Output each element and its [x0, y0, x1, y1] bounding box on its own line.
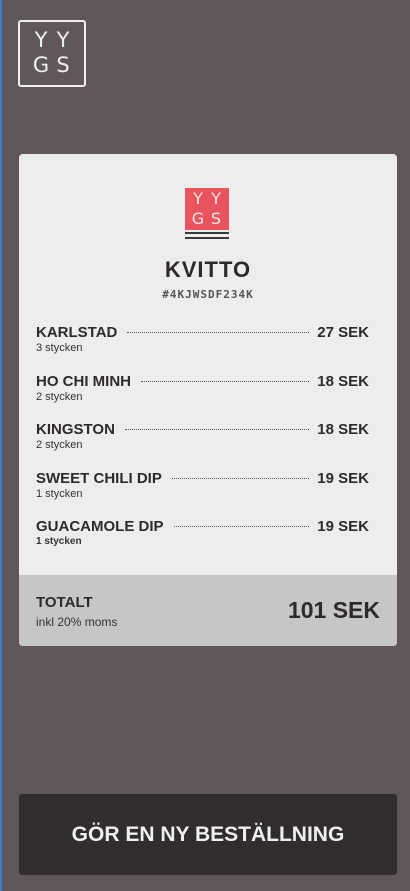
item-name: HO CHI MINH — [36, 372, 131, 390]
order-id: #4KJWSDF234K — [162, 288, 254, 301]
logo-letter: Y — [211, 189, 221, 208]
new-order-button[interactable]: GÖR EN NY BESTÄLLNING — [19, 794, 397, 875]
dotted-leader — [127, 332, 310, 333]
logo-letter: Y — [193, 189, 203, 208]
item-quantity: 1 stycken — [36, 487, 83, 500]
logo-letter: Y — [56, 28, 70, 52]
brand-logo[interactable]: Y Y G S — [18, 20, 86, 87]
item-name: GUACAMOLE DIP — [36, 518, 164, 535]
logo-letter: S — [56, 52, 70, 77]
item-price: 27 SEK — [317, 324, 369, 341]
item-name: SWEET CHILI DIP — [36, 469, 162, 487]
receipt-items: KARLSTAD 27 SEK 3 stycken HO CHI MINH 18… — [36, 324, 369, 567]
list-item: SWEET CHILI DIP 19 SEK 1 stycken — [36, 470, 369, 519]
receipt-title: KVITTO — [164, 257, 252, 282]
item-name: KARLSTAD — [36, 324, 118, 341]
list-item: KARLSTAD 27 SEK 3 stycken — [36, 324, 369, 373]
total-value: 101 SEK — [287, 597, 380, 623]
list-item: GUACAMOLE DIP 19 SEK 1 stycken — [36, 518, 369, 567]
logo-letter: G — [32, 52, 50, 77]
item-quantity: 2 stycken — [36, 390, 83, 403]
dotted-leader — [173, 526, 310, 527]
item-quantity: 3 stycken — [36, 342, 83, 354]
total-label: TOTALT — [36, 594, 93, 611]
item-price: 18 SEK — [317, 421, 369, 438]
dotted-leader — [171, 477, 310, 479]
logo-letter: Y — [34, 28, 48, 52]
logo-letter: G — [191, 209, 205, 228]
chopsticks-icon — [185, 232, 229, 242]
item-quantity: 2 stycken — [36, 439, 83, 451]
item-quantity: 1 stycken — [36, 536, 82, 547]
receipt-logo: Y Y G S — [185, 188, 229, 230]
receipt-card: Y Y G S KVITTO #4KJWSDF234K KARLSTAD 27 … — [19, 154, 397, 646]
dotted-leader — [124, 429, 310, 430]
item-name: KINGSTON — [36, 421, 115, 438]
list-item: KINGSTON 18 SEK 2 stycken — [36, 421, 369, 470]
item-price: 19 SEK — [317, 469, 369, 487]
item-price: 18 SEK — [317, 372, 369, 390]
total-tax-note: inkl 20% moms — [36, 615, 118, 629]
logo-letter: S — [210, 209, 222, 228]
total-section: TOTALT inkl 20% moms 101 SEK — [19, 575, 397, 646]
list-item: HO CHI MINH 18 SEK 2 stycken — [36, 373, 369, 422]
item-price: 19 SEK — [317, 518, 369, 535]
dotted-leader — [141, 380, 310, 382]
